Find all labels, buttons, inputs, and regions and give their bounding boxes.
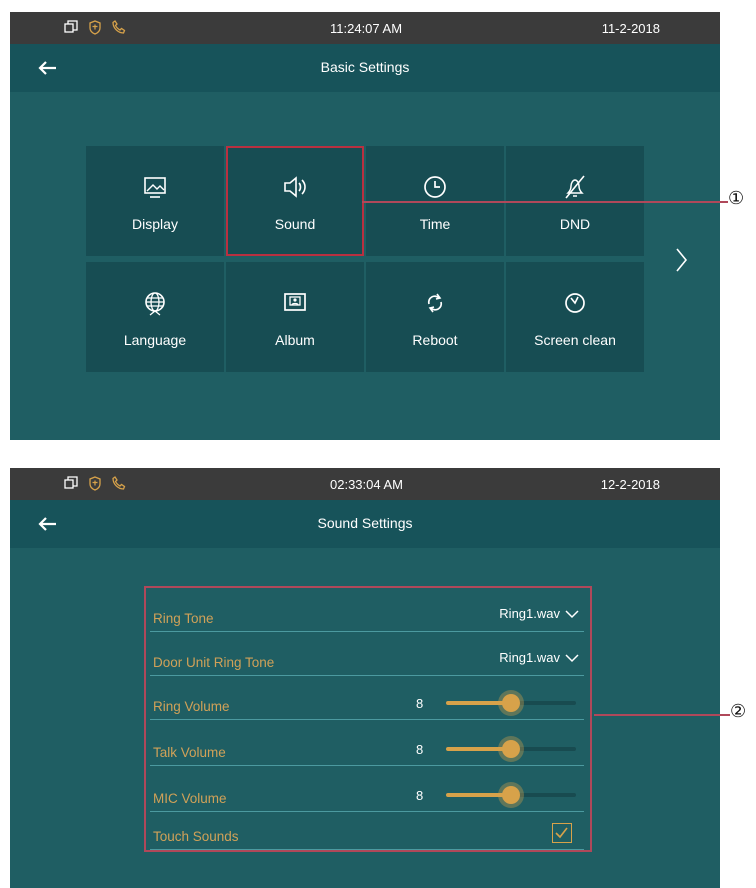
ring-tone-select[interactable]: Ring1.wav [499, 606, 560, 621]
ring-volume-value: 8 [416, 696, 424, 711]
row-label: Touch Sounds [153, 829, 239, 844]
settings-grid: Display Sound Time DND Language Album Re… [86, 146, 644, 372]
slider-knob[interactable] [502, 786, 520, 804]
basic-settings-screen: 11:24:07 AM 11-2-2018 Basic Settings Dis… [10, 12, 720, 440]
row-label: Talk Volume [153, 745, 226, 760]
shield-icon [89, 20, 101, 35]
touch-sounds-checkbox[interactable] [552, 823, 572, 843]
touch-sounds-row[interactable]: Touch Sounds [150, 806, 584, 850]
status-icons [64, 476, 126, 491]
reboot-icon [427, 293, 443, 313]
chevron-down-icon[interactable] [565, 610, 579, 619]
tile-label: Reboot [412, 332, 458, 348]
mic-volume-slider[interactable] [446, 786, 576, 804]
shield-icon [89, 476, 101, 491]
page-title: Basic Settings [320, 59, 410, 75]
status-date: 11-2-2018 [601, 21, 660, 36]
tile-language[interactable]: Language [86, 262, 224, 372]
timer-icon [565, 293, 585, 313]
status-date: 12-2-2018 [600, 477, 660, 492]
slider-knob[interactable] [502, 740, 520, 758]
tile-sound[interactable]: Sound [226, 146, 364, 256]
page-title: Sound Settings [317, 515, 413, 531]
mic-volume-value: 8 [416, 788, 424, 803]
tile-album[interactable]: Album [226, 262, 364, 372]
status-time: 11:24:07 AM [330, 21, 403, 36]
callout-line [594, 714, 730, 716]
talk-volume-row: Talk Volume 8 [150, 722, 584, 766]
status-bar: 11:24:07 AM 11-2-2018 [10, 12, 720, 44]
sound-icon [284, 176, 306, 198]
talk-volume-slider[interactable] [446, 740, 576, 758]
callout-line [362, 201, 728, 203]
door-unit-ring-tone-select[interactable]: Ring1.wav [499, 650, 560, 665]
tile-screen-clean[interactable]: Screen clean [506, 262, 644, 372]
door-unit-ring-tone-row[interactable]: Door Unit Ring Tone Ring1.wav [150, 632, 584, 676]
checkmark-icon [555, 827, 568, 839]
tile-display[interactable]: Display [86, 146, 224, 256]
tile-label: Screen clean [534, 332, 616, 348]
ring-volume-slider[interactable] [446, 694, 576, 712]
ring-volume-row: Ring Volume 8 [150, 676, 584, 720]
phone-icon [112, 20, 126, 34]
row-label: Door Unit Ring Tone [153, 655, 275, 670]
row-label: Ring Tone [153, 611, 214, 626]
tile-label: Album [275, 332, 315, 348]
talk-volume-value: 8 [416, 742, 424, 757]
tile-label: Language [123, 332, 187, 348]
tile-label: Display [132, 216, 178, 232]
slider-knob[interactable] [502, 694, 520, 712]
status-time: 02:33:04 AM [330, 477, 403, 492]
callout-number: ① [728, 188, 745, 209]
phone-icon [112, 476, 126, 490]
clock-icon [424, 176, 446, 198]
ring-tone-row[interactable]: Ring Tone Ring1.wav [150, 588, 584, 632]
window-icon [64, 476, 78, 489]
row-label: Ring Volume [153, 699, 230, 714]
window-icon [64, 20, 78, 33]
chevron-down-icon[interactable] [565, 654, 579, 663]
tile-label: DND [559, 216, 591, 232]
display-icon [144, 177, 166, 198]
globe-icon [145, 292, 165, 316]
status-bar: 02:33:04 AM 12-2-2018 [10, 468, 720, 500]
sound-settings-list: Ring Tone Ring1.wav Door Unit Ring Tone … [144, 586, 592, 852]
dnd-icon [565, 175, 585, 199]
tile-label: Sound [274, 216, 316, 232]
status-icons [64, 20, 126, 35]
callout-number: ② [730, 701, 747, 722]
sound-settings-screen: 02:33:04 AM 12-2-2018 Sound Settings Rin… [10, 468, 720, 888]
row-label: MIC Volume [153, 791, 227, 806]
title-bar: Sound Settings [10, 500, 720, 548]
title-bar: Basic Settings [10, 44, 720, 92]
tile-label: Time [419, 216, 451, 232]
album-icon [284, 293, 306, 311]
chevron-right-icon[interactable] [674, 246, 690, 274]
tile-reboot[interactable]: Reboot [366, 262, 504, 372]
